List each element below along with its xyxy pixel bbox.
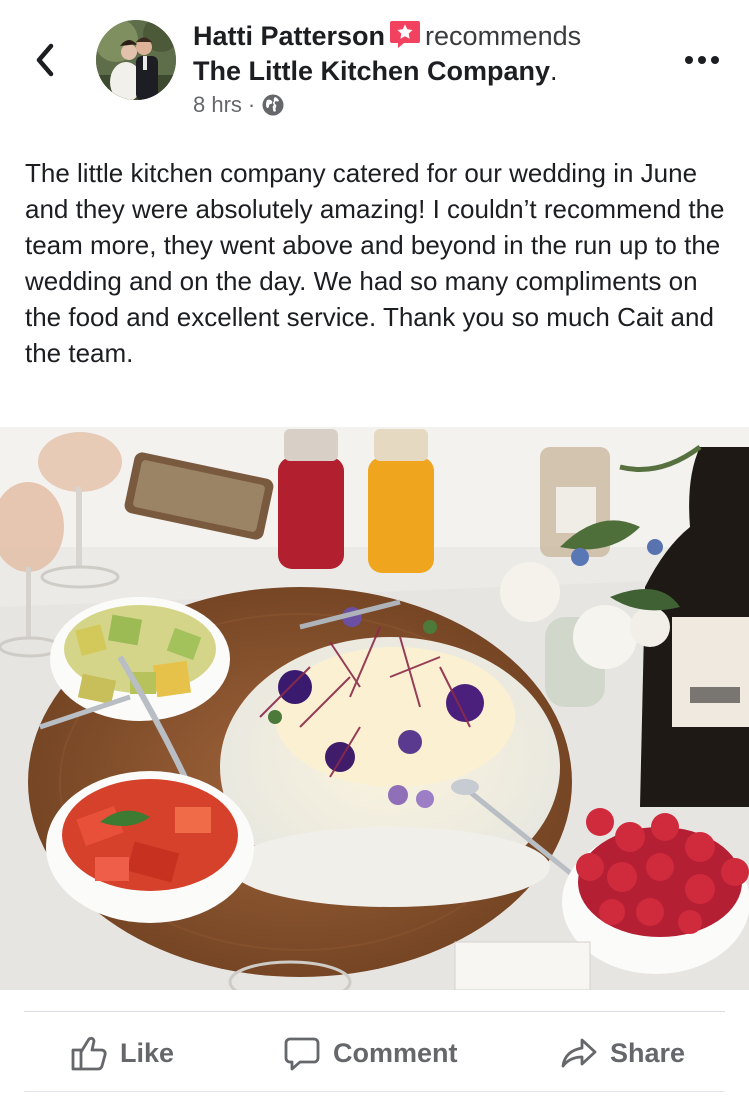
actions-divider [24,1011,725,1012]
back-button[interactable] [30,38,60,82]
author-line: Hatti Patterson recommends [193,18,581,54]
food-table-photo [0,427,749,990]
avatar[interactable] [96,20,176,100]
post-timestamp[interactable]: 8 hrs [193,90,242,120]
author-name[interactable]: Hatti Patterson [193,21,385,51]
share-arrow-icon [561,1038,597,1068]
post-meta: 8 hrs · [193,90,285,120]
more-dots-icon [685,56,719,64]
globe-icon [261,93,285,117]
page-name-link[interactable]: The Little Kitchen Company [193,56,550,86]
page-name-suffix: . [550,56,558,86]
share-button[interactable]: Share [560,1030,685,1076]
chevron-left-icon [36,43,54,77]
avatar-photo [96,20,176,100]
page-name-line: The Little Kitchen Company. [193,53,558,89]
share-label: Share [610,1037,686,1068]
speech-bubble-icon [284,1037,320,1071]
more-options-button[interactable] [680,42,724,78]
bottom-divider [24,1091,725,1092]
recommend-star-icon [389,19,421,49]
recommends-verb: recommends [425,21,582,51]
meta-separator: · [247,92,256,117]
comment-button[interactable]: Comment [283,1030,458,1076]
post-photo[interactable] [0,427,749,990]
thumbs-up-icon [71,1036,107,1071]
post-text: The little kitchen company catered for o… [25,158,725,368]
like-label: Like [120,1037,175,1068]
comment-label: Comment [333,1037,458,1068]
like-button[interactable]: Like [70,1030,174,1076]
